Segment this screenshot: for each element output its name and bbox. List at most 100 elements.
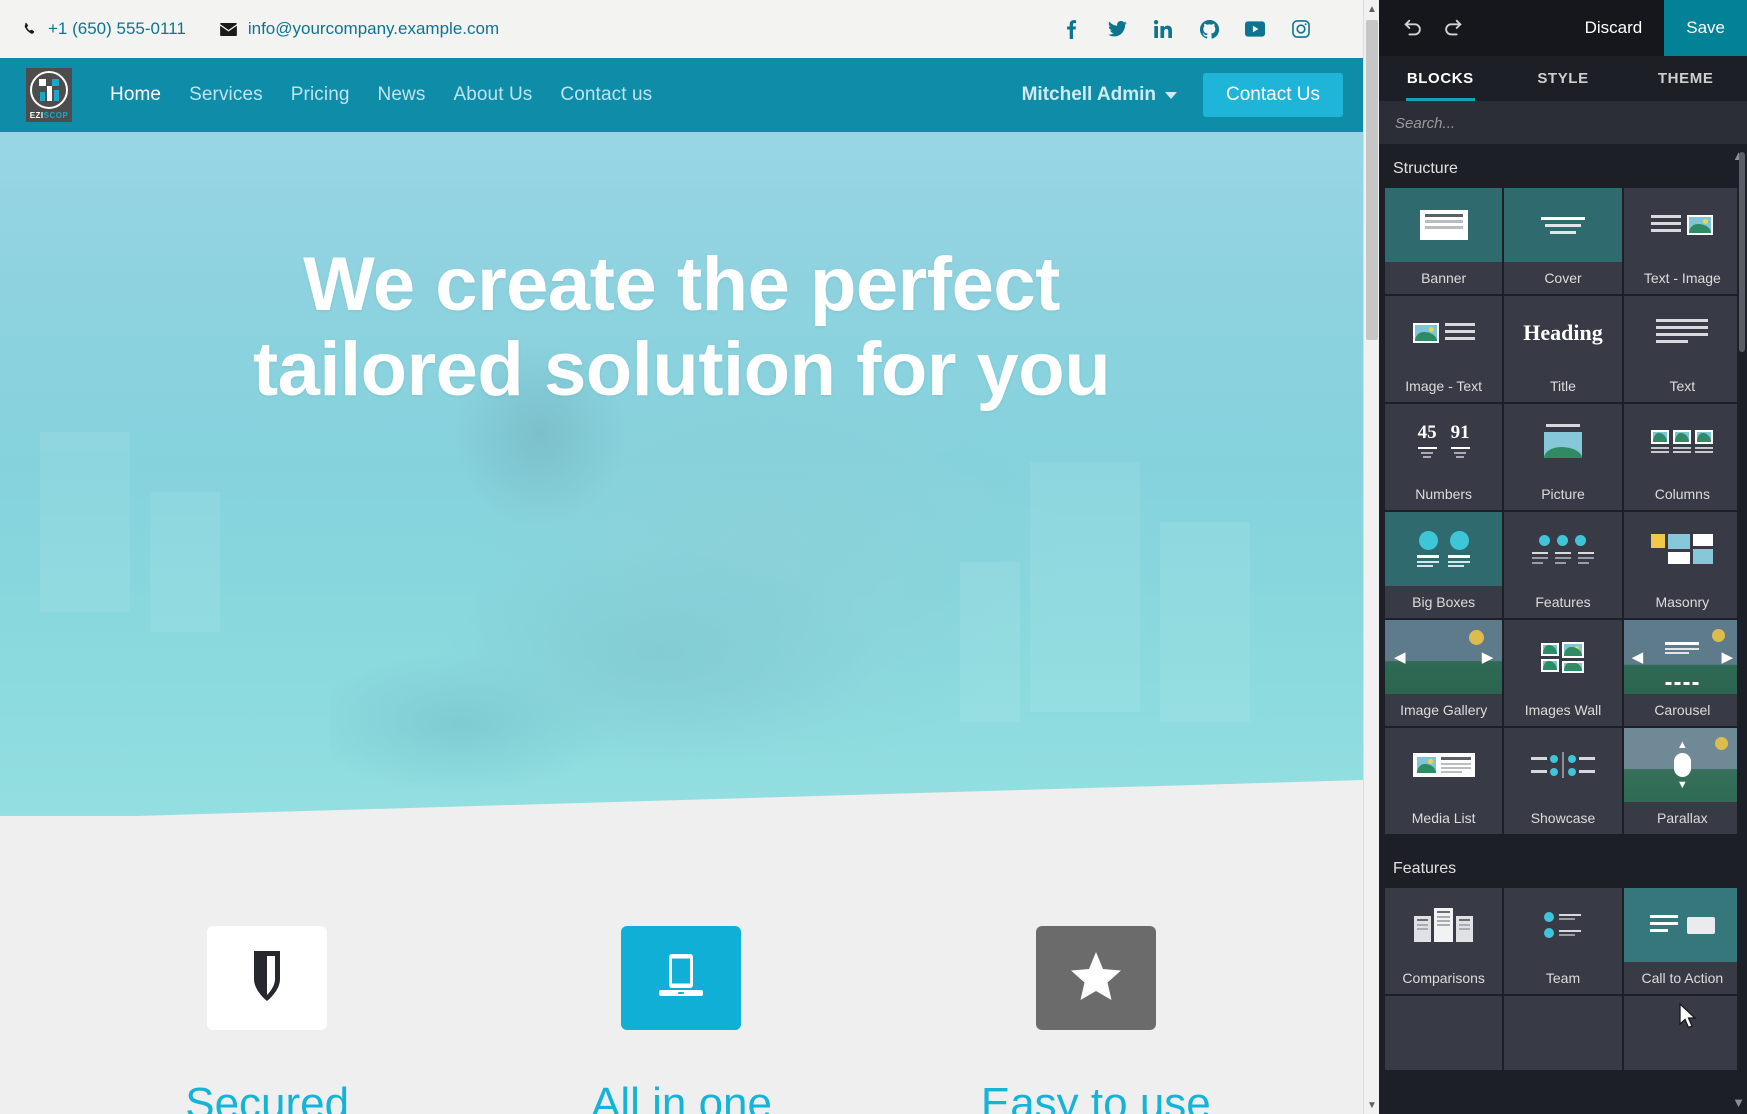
nav-item-services[interactable]: Services <box>189 84 263 106</box>
block-thumb-media-list <box>1385 728 1503 802</box>
blocks-grid-structure: Banner Cover Text - Image Image - Text H… <box>1379 188 1747 834</box>
block-tile-comparisons[interactable]: Comparisons <box>1385 888 1503 994</box>
contact-us-button[interactable]: Contact Us <box>1203 73 1343 117</box>
block-thumb-masonry <box>1623 512 1741 586</box>
tab-theme[interactable]: THEME <box>1624 56 1747 101</box>
site-main-menu: Home Services Pricing News About Us Cont… <box>110 84 652 106</box>
site-logo[interactable]: EZISCOP <box>26 68 72 122</box>
blocks-list[interactable]: Structure Banner Cover Text - Image Imag… <box>1379 144 1747 1114</box>
section-label-features: Features <box>1393 860 1457 877</box>
block-label: Big Boxes <box>1385 586 1503 618</box>
blocks-grid-partial <box>1379 996 1747 1070</box>
gallery-prev-icon[interactable]: ◀ <box>1394 648 1406 666</box>
block-label: Image - Text <box>1385 370 1503 402</box>
nav-item-home[interactable]: Home <box>110 84 161 106</box>
canvas-scrollbar[interactable]: ▲ ▼ <box>1363 0 1379 1114</box>
block-thumb-carousel: ◀ ▶ <box>1623 620 1741 694</box>
block-tile-showcase[interactable]: Showcase <box>1504 728 1622 834</box>
save-button[interactable]: Save <box>1664 0 1747 56</box>
block-tile-team[interactable]: Team <box>1504 888 1622 994</box>
block-tile-big-boxes[interactable]: Big Boxes <box>1385 512 1503 618</box>
email-contact[interactable]: info@yourcompany.example.com <box>219 19 499 39</box>
block-tile-masonry[interactable]: Masonry <box>1623 512 1741 618</box>
tab-blocks[interactable]: BLOCKS <box>1379 56 1502 101</box>
block-tile-text-image[interactable]: Text - Image <box>1623 188 1741 294</box>
scroll-down-icon[interactable]: ▼ <box>1364 1096 1379 1114</box>
block-thumb-images-wall <box>1504 620 1622 694</box>
editor-scrollbar[interactable]: ▲ ▼ <box>1732 144 1747 1114</box>
block-thumb-columns <box>1623 404 1741 478</box>
section-label-structure: Structure <box>1393 160 1458 177</box>
block-tile-image-gallery[interactable]: ◀ ▶ Image Gallery <box>1385 620 1503 726</box>
block-tile-title[interactable]: Heading Title <box>1504 296 1622 402</box>
nav-item-pricing[interactable]: Pricing <box>291 84 350 106</box>
chevron-down-icon <box>1165 91 1178 99</box>
discard-button[interactable]: Discard <box>1563 0 1665 56</box>
block-thumb-showcase <box>1504 728 1622 802</box>
block-tile-partial-2[interactable] <box>1504 996 1622 1070</box>
block-thumb-team <box>1504 888 1622 962</box>
logo-ezi: EZI <box>29 111 44 120</box>
block-tile-images-wall[interactable]: Images Wall <box>1504 620 1622 726</box>
block-tile-features[interactable]: Features <box>1504 512 1622 618</box>
block-label: Picture <box>1504 478 1622 510</box>
block-tile-cover[interactable]: Cover <box>1504 188 1622 294</box>
user-menu[interactable]: Mitchell Admin <box>1022 84 1178 106</box>
linkedin-icon[interactable] <box>1153 19 1173 39</box>
block-tile-text[interactable]: Text <box>1623 296 1741 402</box>
block-tile-carousel[interactable]: ◀ ▶ Carousel <box>1623 620 1741 726</box>
site-navbar: EZISCOP Home Services Pricing News About… <box>0 58 1363 132</box>
block-tile-media-list[interactable]: Media List <box>1385 728 1503 834</box>
block-thumb-text-image <box>1623 188 1741 262</box>
block-tile-call-to-action[interactable]: Call to Action <box>1623 888 1741 994</box>
blocks-search-row[interactable] <box>1379 102 1747 144</box>
logo-wordmark: EZISCOP <box>30 111 69 120</box>
nav-item-news[interactable]: News <box>378 84 426 106</box>
block-label: Parallax <box>1623 802 1741 834</box>
logo-ring-icon <box>30 71 68 109</box>
block-label: Numbers <box>1385 478 1503 510</box>
block-tile-banner[interactable]: Banner <box>1385 188 1503 294</box>
nav-item-contact-us[interactable]: Contact us <box>560 84 652 106</box>
search-input[interactable] <box>1395 114 1731 132</box>
phone-contact[interactable]: +1 (650) 555-0111 <box>22 19 186 39</box>
feature-title: All in one <box>590 1079 772 1114</box>
redo-icon[interactable] <box>1433 8 1473 48</box>
chevron-down-scroll-icon[interactable]: ▼ <box>1732 1095 1745 1110</box>
block-label: Cover <box>1504 262 1622 294</box>
block-tile-parallax[interactable]: ▲ ▼ Parallax <box>1623 728 1741 834</box>
hero-heading-line1: We create the perfect <box>303 242 1060 327</box>
gallery-next-icon[interactable]: ▶ <box>1482 648 1494 666</box>
editor-scrollbar-thumb[interactable] <box>1739 152 1745 352</box>
nav-item-about-us[interactable]: About Us <box>453 84 532 106</box>
tab-style[interactable]: STYLE <box>1502 56 1625 101</box>
carousel-prev-icon[interactable]: ◀ <box>1632 648 1644 666</box>
block-tile-partial-3[interactable] <box>1623 996 1741 1070</box>
canvas-scrollbar-thumb[interactable] <box>1366 20 1378 340</box>
block-tile-picture[interactable]: Picture <box>1504 404 1622 510</box>
block-tile-image-text[interactable]: Image - Text <box>1385 296 1503 402</box>
github-icon[interactable] <box>1199 19 1219 39</box>
features-row: Secured All in one Easy to use <box>0 816 1363 1114</box>
numbers-value-2: 91 <box>1450 422 1470 443</box>
block-label: Features <box>1504 586 1622 618</box>
laptop-icon <box>656 950 706 1007</box>
block-thumb-title: Heading <box>1504 296 1622 370</box>
undo-icon[interactable] <box>1393 8 1433 48</box>
block-thumb-cover <box>1504 188 1622 262</box>
block-tile-numbers[interactable]: 45 91 Numbers <box>1385 404 1503 510</box>
numbers-value-1: 45 <box>1417 422 1437 443</box>
block-tile-columns[interactable]: Columns <box>1623 404 1741 510</box>
twitter-icon[interactable] <box>1107 19 1127 39</box>
carousel-next-icon[interactable]: ▶ <box>1721 648 1733 666</box>
feature-card-easy-to-use: Easy to use <box>889 926 1303 1114</box>
block-thumb-parallax: ▲ ▼ <box>1623 728 1741 802</box>
block-thumb-picture <box>1504 404 1622 478</box>
scroll-up-icon[interactable]: ▲ <box>1364 0 1379 18</box>
facebook-icon[interactable] <box>1061 19 1081 39</box>
feature-icon-box <box>621 926 742 1030</box>
youtube-icon[interactable] <box>1245 19 1265 39</box>
instagram-icon[interactable] <box>1291 19 1311 39</box>
hero-heading-line2: tailored solution for you <box>252 327 1111 413</box>
block-tile-partial-1[interactable] <box>1385 996 1503 1070</box>
